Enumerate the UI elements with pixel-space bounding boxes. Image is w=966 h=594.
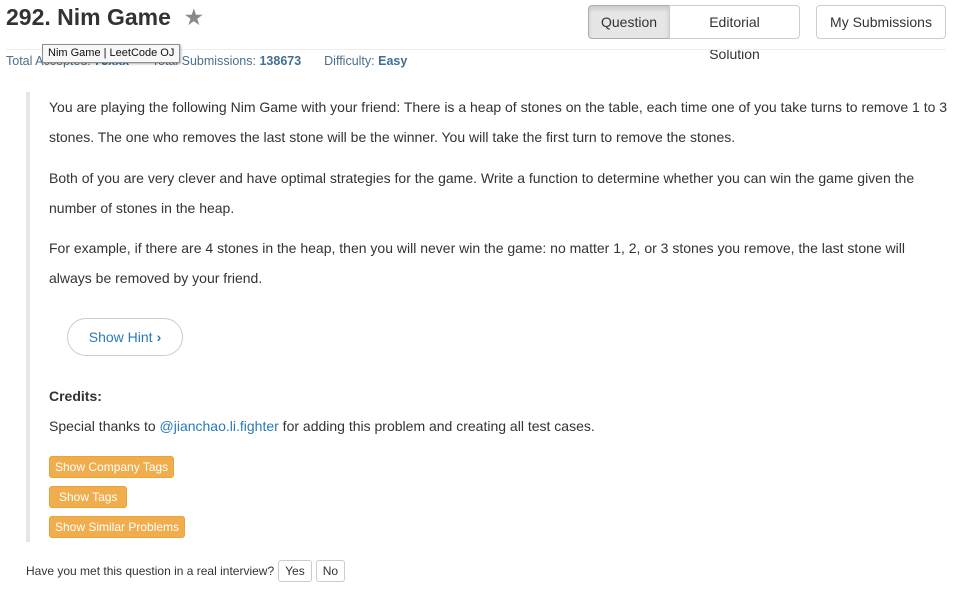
description-paragraph: Both of you are very clever and have opt…: [49, 170, 915, 216]
credits-prefix: Special thanks to: [49, 418, 160, 434]
difficulty-value: Easy: [378, 54, 408, 68]
credits-heading: Credits:: [49, 388, 102, 404]
interview-prompt: Have you met this question in a real int…: [26, 560, 346, 582]
interview-question: Have you met this question in a real int…: [26, 564, 275, 578]
submissions-value: 138673: [259, 54, 302, 68]
description-paragraph: For example, if there are 4 stones in th…: [49, 240, 906, 286]
star-icon[interactable]: ★: [185, 8, 203, 28]
tab-editorial-solution[interactable]: Editorial Solution: [669, 5, 800, 62]
page-title: 292. Nim Game: [6, 4, 171, 30]
chevron-right-icon: ›: [156, 329, 162, 345]
show-company-tags-button[interactable]: Show Company Tags: [49, 456, 175, 478]
description-paragraph: You are playing the following Nim Game w…: [49, 99, 948, 145]
show-tags-button[interactable]: Show Tags: [49, 486, 128, 508]
show-hint-label: Show Hint: [88, 329, 153, 345]
show-similar-problems-button[interactable]: Show Similar Problems: [49, 516, 186, 538]
my-submissions-button[interactable]: My Submissions: [816, 5, 946, 39]
credits-author-link[interactable]: @jianchao.li.fighter: [160, 418, 279, 434]
credits-text: Special thanks to @jianchao.li.fighter f…: [49, 418, 595, 434]
show-hint-button[interactable]: Show Hint ›: [67, 318, 183, 356]
credits-suffix: for adding this problem and creating all…: [278, 418, 595, 434]
question-content: You are playing the following Nim Game w…: [26, 92, 948, 542]
yes-button[interactable]: Yes: [278, 560, 312, 582]
title-tooltip: Nim Game | LeetCode OJ: [42, 44, 181, 63]
view-tabs: Question Editorial Solution: [588, 5, 800, 62]
no-button[interactable]: No: [315, 560, 346, 582]
problem-title: 292. Nim Game ★: [6, 4, 203, 31]
difficulty-label: Difficulty:: [324, 54, 375, 68]
tab-question[interactable]: Question: [588, 5, 670, 39]
